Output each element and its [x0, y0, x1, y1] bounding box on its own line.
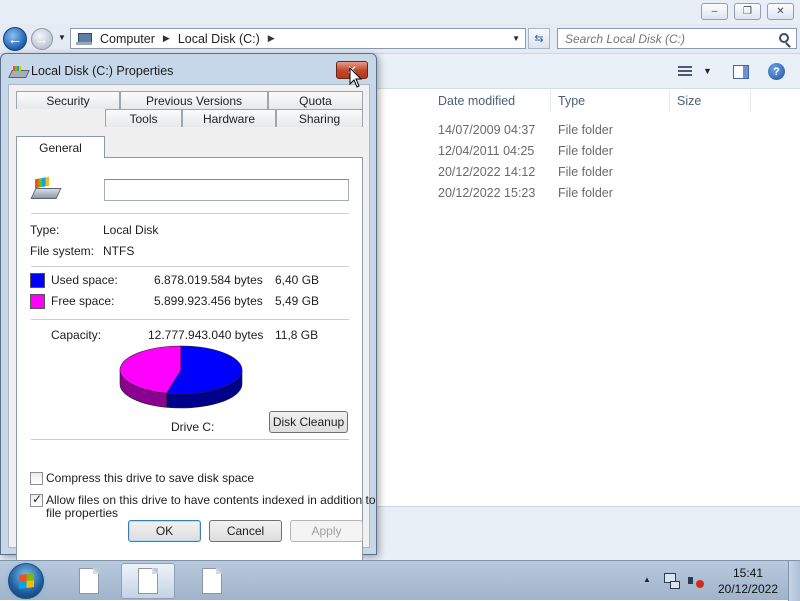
taskbar: ▲ 15:41 20/12/2022 [0, 560, 800, 601]
document-icon [138, 568, 158, 594]
free-space-bytes: 5.899.923.456 bytes [154, 294, 263, 308]
tab-general[interactable]: General [16, 136, 105, 158]
used-space-label: Used space: [51, 273, 118, 287]
search-input[interactable] [558, 29, 772, 48]
file-system-value: NTFS [103, 244, 135, 258]
show-hidden-icons-button[interactable]: ▲ [643, 575, 651, 584]
start-button[interactable] [8, 563, 44, 599]
used-space-bytes: 6.878.019.584 bytes [154, 273, 263, 287]
dialog-body: Security Previous Versions Quota General… [8, 84, 376, 567]
compress-drive-checkbox[interactable] [30, 472, 43, 485]
drive-name-label: Drive C: [171, 420, 215, 434]
view-dropdown-icon[interactable]: ▼ [703, 66, 712, 76]
refresh-button[interactable]: ⇆ [528, 28, 550, 49]
type-cell: File folder [558, 144, 613, 158]
divider [31, 439, 349, 440]
date-modified-cell: 12/04/2011 04:25 [438, 144, 535, 158]
disk-usage-pie-chart [119, 345, 243, 409]
disk-cleanup-button[interactable]: Disk Cleanup [269, 411, 348, 433]
used-space-swatch [30, 273, 45, 288]
back-button[interactable]: ← [3, 27, 27, 51]
tab-tools[interactable]: Tools [105, 109, 182, 127]
divider [31, 319, 349, 320]
column-header-size[interactable]: Size [671, 90, 751, 112]
free-space-label: Free space: [51, 294, 115, 308]
address-dropdown-icon[interactable]: ▼ [512, 34, 520, 43]
type-label: Type: [30, 223, 60, 237]
type-cell: File folder [558, 123, 613, 137]
computer-icon [76, 32, 94, 46]
type-cell: File folder [558, 186, 613, 200]
taskbar-item[interactable] [121, 563, 175, 599]
free-space-size: 5,49 GB [275, 294, 320, 308]
column-header-type[interactable]: Type [552, 90, 670, 112]
preview-pane-icon[interactable] [733, 65, 749, 79]
maximize-button[interactable]: ❐ [734, 3, 761, 20]
search-icon[interactable] [779, 33, 789, 43]
dialog-title: Local Disk (C:) Properties [31, 64, 174, 78]
type-value: Local Disk [103, 223, 159, 237]
date-modified-cell: 20/12/2022 15:23 [438, 186, 536, 200]
recent-pages-dropdown[interactable]: ▼ [58, 33, 66, 42]
used-space-size: 6,40 GB [275, 273, 320, 287]
minimize-button[interactable]: – [701, 3, 728, 20]
capacity-bytes: 12.777.943.040 bytes [148, 328, 264, 342]
free-space-swatch [30, 294, 45, 309]
date-modified-cell: 14/07/2009 04:37 [438, 123, 536, 137]
type-cell: File folder [558, 165, 613, 179]
file-system-label: File system: [30, 244, 95, 258]
drive-label-input[interactable] [104, 179, 349, 201]
address-bar[interactable]: Computer ▶ Local Disk (C:) ▶ ▼ [70, 28, 526, 49]
compress-drive-label[interactable]: Compress this drive to save disk space [46, 471, 254, 485]
arrow-right-icon: → [35, 31, 49, 47]
windows-logo-icon [19, 572, 34, 590]
explorer-titlebar [0, 0, 800, 24]
clock-time: 15:41 [732, 566, 764, 580]
tab-hardware[interactable]: Hardware [182, 109, 276, 127]
properties-dialog: Local Disk (C:) Properties ✕ Security Pr… [0, 53, 377, 567]
general-tab-panel: Type: Local Disk File system: NTFS Used … [16, 157, 376, 567]
volume-muted-icon[interactable] [688, 573, 704, 589]
taskbar-item[interactable] [62, 563, 116, 599]
change-view-icon[interactable] [678, 66, 692, 78]
document-icon [79, 568, 99, 594]
tab-quota[interactable]: Quota [268, 91, 363, 109]
column-header-date-modified[interactable]: Date modified [432, 90, 551, 112]
mouse-pointer-icon [349, 67, 363, 88]
divider [31, 213, 349, 214]
tab-sharing[interactable]: Sharing [276, 109, 363, 127]
tab-security[interactable]: Security [16, 91, 120, 109]
refresh-icon: ⇆ [534, 33, 544, 45]
clock-date: 20/12/2022 [717, 582, 779, 596]
help-icon[interactable]: ? [768, 63, 785, 80]
index-contents-label-line2[interactable]: file properties [46, 506, 118, 520]
close-button[interactable]: ✕ [767, 3, 794, 20]
ok-button[interactable]: OK [128, 520, 201, 542]
system-clock[interactable]: 15:41 20/12/2022 [712, 565, 784, 597]
date-modified-cell: 20/12/2022 14:12 [438, 165, 536, 179]
taskbar-item[interactable] [185, 563, 239, 599]
breadcrumb-local-disk[interactable]: Local Disk (C:) [178, 32, 260, 46]
cancel-button[interactable]: Cancel [209, 520, 282, 542]
capacity-label: Capacity: [51, 328, 102, 342]
index-contents-label-line1[interactable]: Allow files on this drive to have conten… [46, 493, 376, 507]
apply-button[interactable]: Apply [290, 520, 363, 542]
drive-icon [10, 66, 27, 77]
capacity-size: 11,8 GB [275, 328, 319, 342]
search-box[interactable] [557, 28, 797, 49]
network-icon[interactable] [664, 573, 680, 589]
breadcrumb-computer[interactable]: Computer [100, 32, 155, 46]
document-icon [202, 568, 222, 594]
chevron-right-icon[interactable]: ▶ [163, 33, 170, 44]
drive-icon [30, 176, 65, 202]
forward-button[interactable]: → [31, 28, 53, 50]
arrow-left-icon: ← [7, 30, 23, 48]
show-desktop-button[interactable] [788, 561, 800, 601]
chevron-right-icon[interactable]: ▶ [268, 33, 275, 44]
tab-previous-versions[interactable]: Previous Versions [120, 91, 268, 109]
divider [31, 266, 349, 267]
index-contents-checkbox[interactable] [30, 492, 43, 507]
